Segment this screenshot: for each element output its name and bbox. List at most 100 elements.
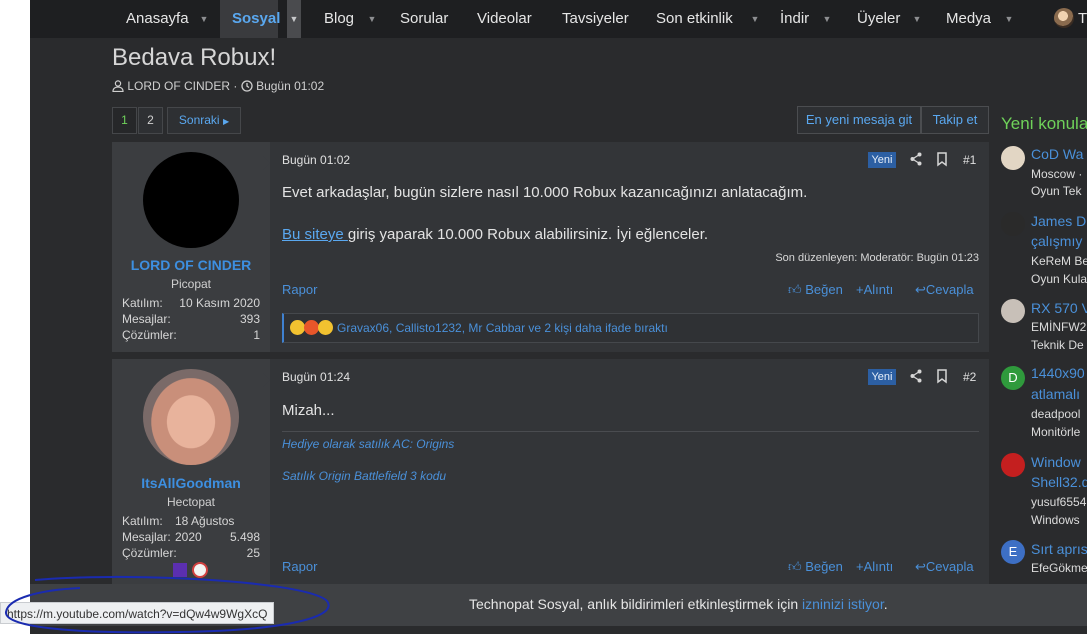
avatar[interactable] [1001,299,1025,323]
username[interactable]: LORD OF CINDER [112,257,270,273]
thread-title-link[interactable]: Window [1031,452,1081,472]
user-stat-joined: Katılım: 18 Ağustos 2020 [122,513,260,544]
quote-button[interactable]: +Alıntı [856,282,893,297]
thread-title-link[interactable]: James D [1031,211,1086,231]
report-link[interactable]: Rapor [282,282,317,297]
nav-anasayfa[interactable]: Anasayfa [126,0,189,38]
user-name[interactable]: T [1078,0,1087,38]
thread-forum[interactable]: Oyun Tek [1031,183,1081,199]
stat-label: Çözümler: [122,328,177,342]
top-navigation: Anasayfa ▼ Sosyal ▼ Blog ▼ Sorular Video… [30,0,1087,38]
post-date[interactable]: Bugün 01:02 [282,153,350,167]
thread-title-link[interactable]: Sırt aprıs [1031,539,1087,559]
sidebar-title: Yeni konular [1001,114,1087,133]
post-number[interactable]: #2 [963,370,976,384]
avatar[interactable] [1001,146,1025,170]
user-title: Hectopat [166,495,216,509]
forum-page: Anasayfa ▼ Sosyal ▼ Blog ▼ Sorular Video… [30,0,1087,634]
thread-title-link[interactable]: RX 570 V [1031,298,1087,318]
thread-date[interactable]: Bugün 01:02 [256,79,324,93]
thread-author[interactable]: EfeGökme [1031,560,1087,576]
chevron-down-icon[interactable]: ▼ [197,0,211,38]
avatar[interactable] [143,369,239,465]
nav-sorular[interactable]: Sorular [400,0,448,38]
avatar[interactable]: E [1001,540,1025,564]
post-date[interactable]: Bugün 01:24 [282,370,350,384]
thread-forum[interactable]: Windows [1031,512,1080,528]
clock-icon [241,80,253,92]
nav-videolar[interactable]: Videolar [477,0,532,38]
next-page-button[interactable]: Sonraki ▶ [167,107,241,134]
avatar[interactable] [1001,212,1025,236]
thread-author[interactable]: LORD OF CINDER [127,79,230,93]
nav-indir[interactable]: İndir [780,0,809,38]
user-stat-solutions: Çözümler: 25 [122,545,260,561]
page-1-button[interactable]: 1 [112,107,137,134]
chevron-down-icon[interactable]: ▼ [1002,0,1016,38]
thread-author[interactable]: EMİNFW2 [1031,319,1086,335]
chevron-down-icon[interactable]: ▼ [748,0,762,38]
share-icon[interactable] [909,151,923,167]
avatar[interactable] [143,152,239,248]
stat-label: Mesajlar: [122,312,171,326]
like-button[interactable]: 👍︎ Beğen [788,282,843,298]
signature-link[interactable]: Hediye olarak satılık AC: Origins [282,437,454,451]
reaction-bar[interactable]: Gravax06, Callisto1232, Mr Cabbar ve 2 k… [282,313,979,343]
user-stat-messages: Mesajlar: 5.498 [122,529,260,545]
nav-medya[interactable]: Medya [946,0,991,38]
bookmark-icon[interactable] [935,151,949,167]
chevron-down-icon[interactable]: ▼ [287,0,301,38]
reply-button[interactable]: ↩Cevapla [915,282,974,298]
signature-link[interactable]: Satılık Origin Battlefield 3 kodu [282,469,446,483]
thread-author[interactable]: KeReM Be [1031,253,1087,269]
like-button[interactable]: 👍︎ Beğen [788,559,843,575]
thread-title-link[interactable]: 1440x90 [1031,363,1085,383]
avatar[interactable] [1054,8,1074,28]
thread-forum[interactable]: Teknik De [1031,337,1084,353]
nav-blog[interactable]: Blog [324,0,354,38]
reply-label: Cevapla [925,559,974,574]
avatar[interactable] [1001,453,1025,477]
chevron-down-icon[interactable]: ▼ [910,0,924,38]
post-text: Mizah... [282,402,335,419]
reaction-summary[interactable]: Gravax06, Callisto1232, Mr Cabbar ve 2 k… [337,321,668,335]
user-info-box: ItsAllGoodman Hectopat Katılım: 18 Ağusto… [112,359,270,584]
permission-link[interactable]: izninizi istiyor [802,596,884,612]
hand-drawn-circle [5,575,330,634]
share-icon[interactable] [909,368,923,384]
angry-emoji-icon [304,320,319,335]
thread-author[interactable]: Moscow · [1031,166,1082,182]
thread-author[interactable]: deadpool [1031,406,1080,422]
stat-value: 393 [239,312,260,326]
post-number[interactable]: #1 [963,153,976,167]
goto-newest-button[interactable]: En yeni mesaja git [797,106,921,134]
bookmark-icon[interactable] [935,368,949,384]
nav-sosyal[interactable]: Sosyal [220,0,280,38]
thread-author[interactable]: yusuf6554 [1031,494,1086,510]
username[interactable]: ItsAllGoodman [112,475,270,491]
like-label: Beğen [805,559,843,574]
nav-son-etkinlik[interactable]: Son etkinlik [656,0,733,38]
report-link[interactable]: Rapor [282,559,317,574]
post-body: Bugün 01:02 Yeni #1 Evet arkadaşlar, bug… [270,142,989,352]
reply-button[interactable]: ↩Cevapla [915,559,974,575]
edited-note: Son düzenleyen: Moderatör: Bugün 01:23 [775,252,979,264]
avatar[interactable]: D [1001,366,1025,390]
page-2-button[interactable]: 2 [138,107,163,134]
chevron-down-icon[interactable]: ▼ [365,0,379,38]
post-text: Bu siteye giriş yaparak 10.000 Robux ala… [282,226,708,243]
nav-uyeler[interactable]: Üyeler [857,0,900,38]
page-title: Bedava Robux! [112,44,277,71]
nav-tavsiyeler[interactable]: Tavsiyeler [562,0,629,38]
thread-title-link[interactable]: Shell32.d [1031,472,1087,492]
thread-forum[interactable]: Monitörle [1031,424,1080,440]
quote-button[interactable]: +Alıntı [856,559,893,574]
thread-title-link[interactable]: CoD Wa [1031,144,1083,164]
follow-button[interactable]: Takip et [921,106,989,134]
thread-title-link[interactable]: çalışmıy [1031,231,1082,251]
user-info-box: LORD OF CINDER Picopat Katılım: 10 Kasım … [112,142,270,352]
chevron-down-icon[interactable]: ▼ [820,0,834,38]
site-link[interactable]: Bu siteye [282,226,348,243]
thread-title-link[interactable]: atlamalı [1031,384,1080,404]
thread-forum[interactable]: Oyun Kula [1031,271,1087,287]
